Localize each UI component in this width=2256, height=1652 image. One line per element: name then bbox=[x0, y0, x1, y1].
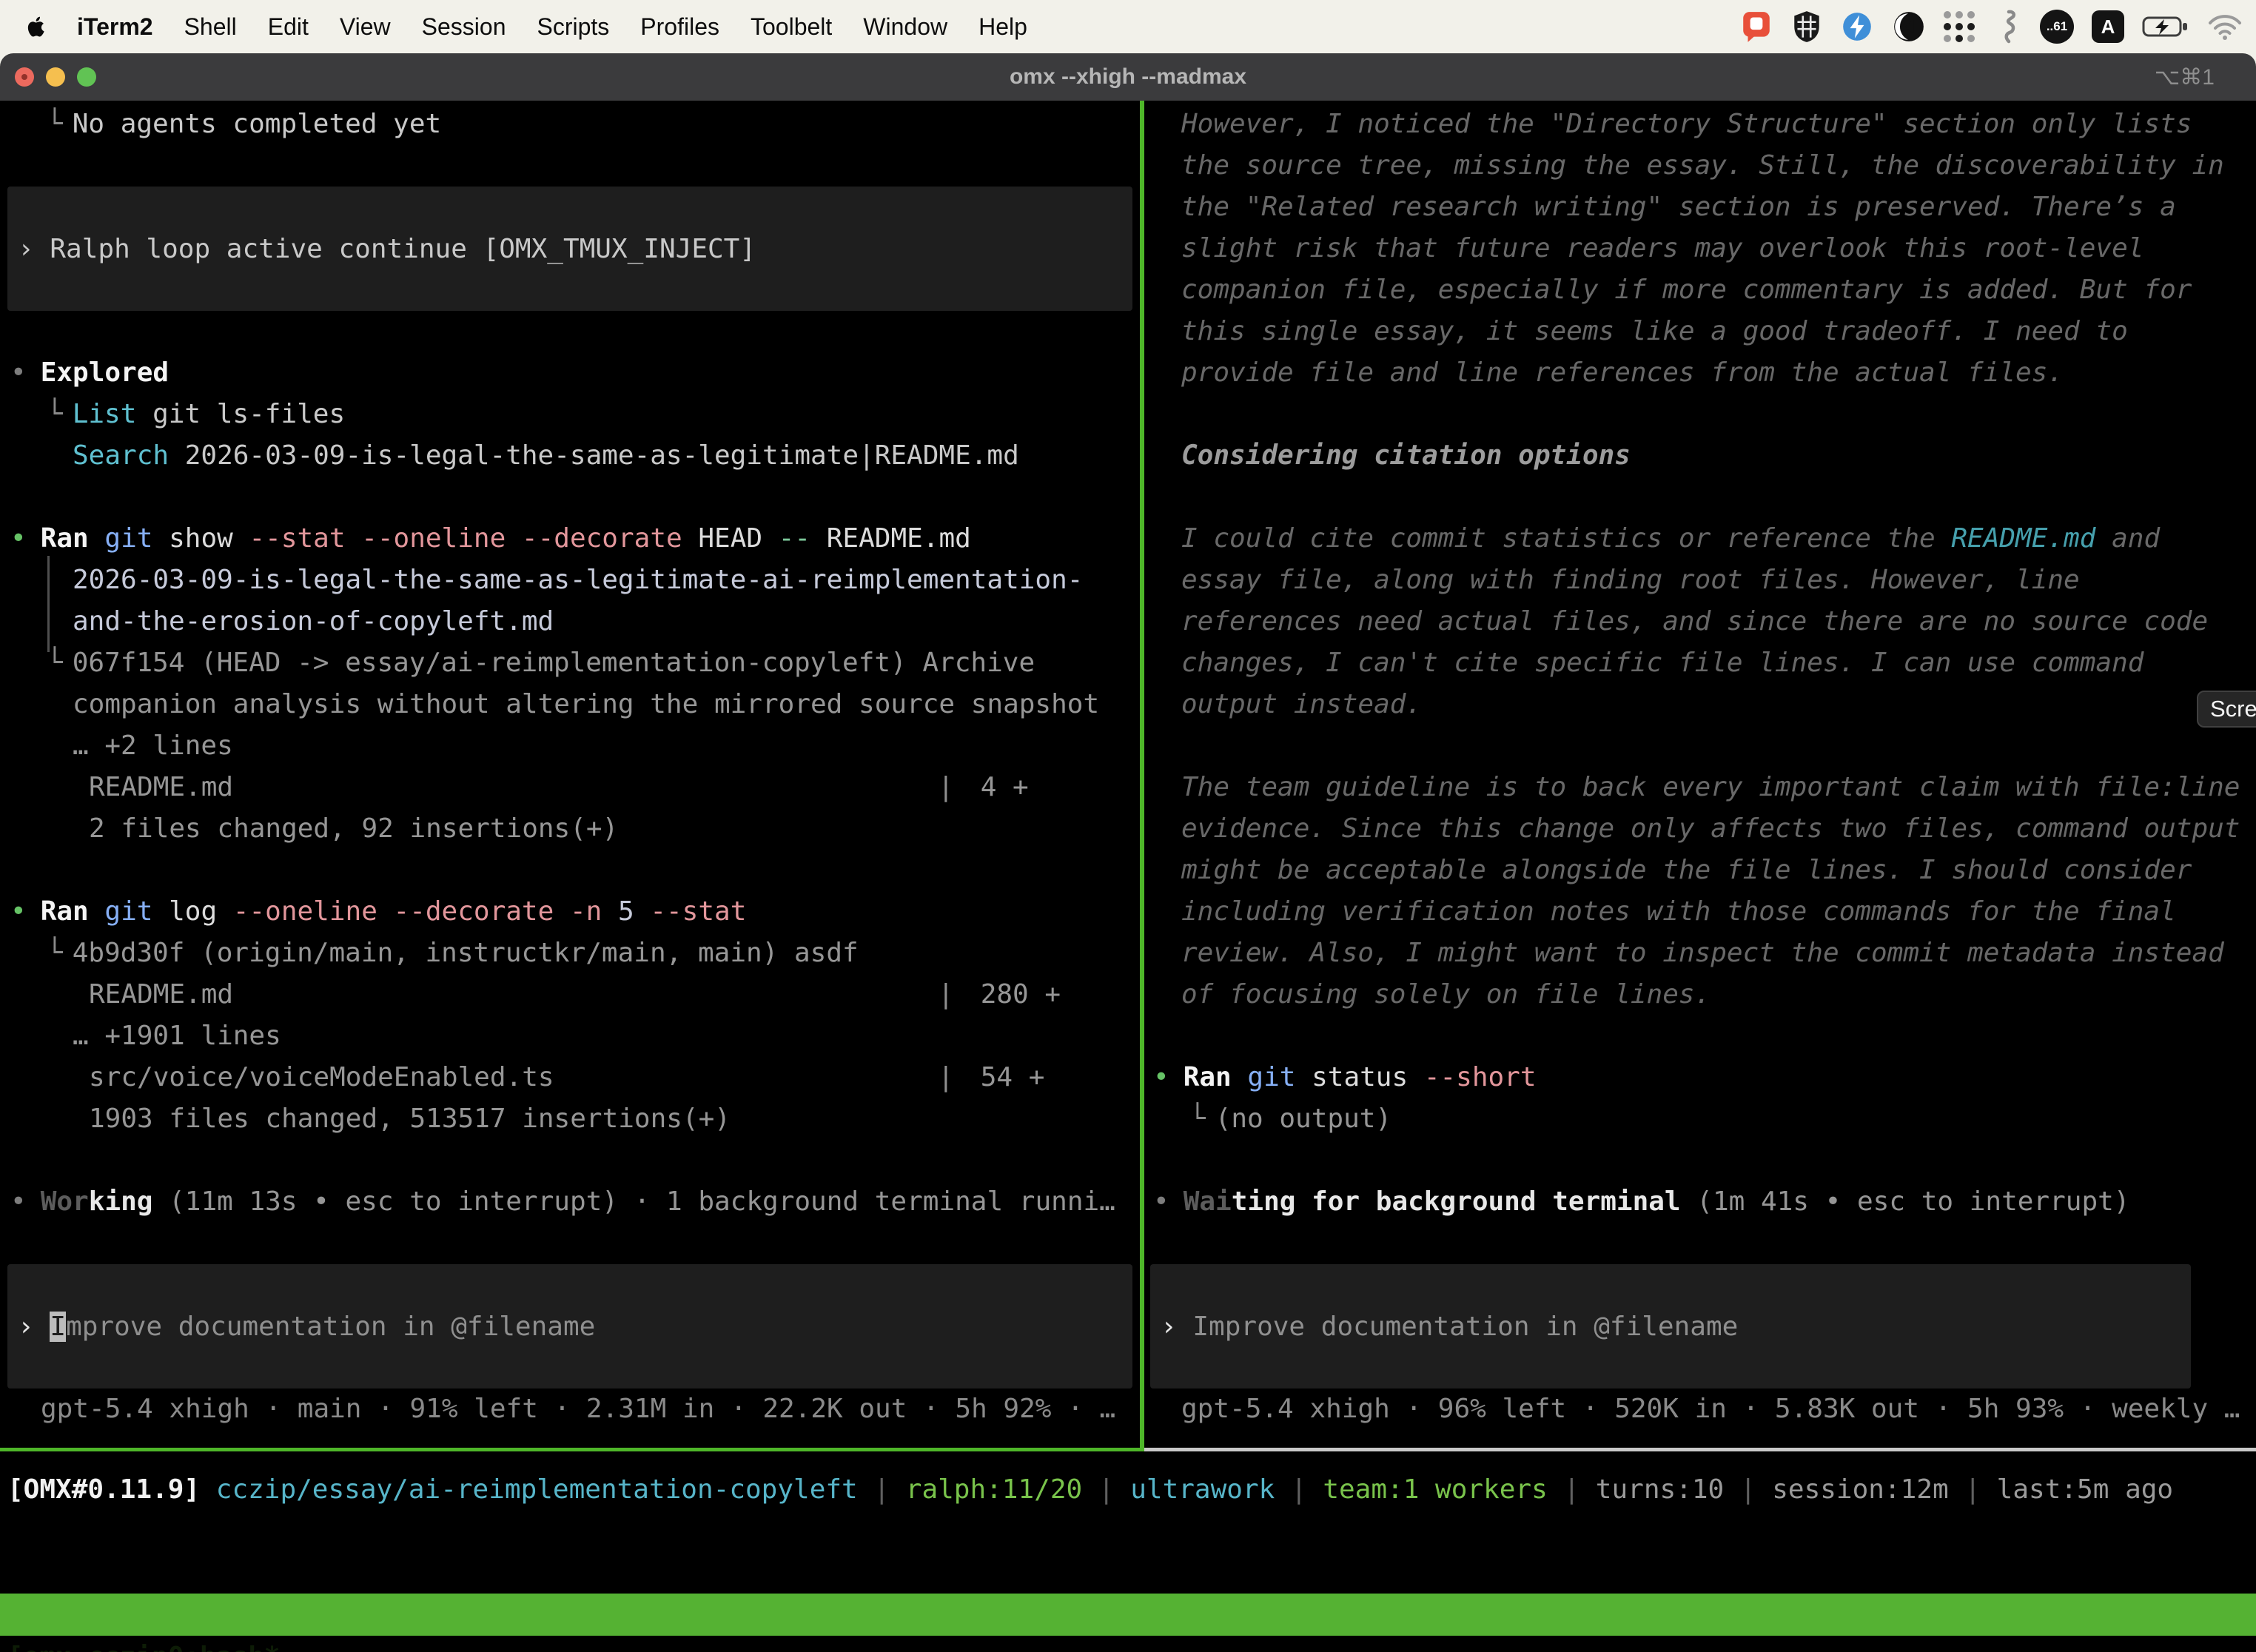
menu-item-shell[interactable]: Shell bbox=[184, 13, 237, 41]
tmux-status-bar: [omx-cczip0:bash* "MacBook-Pro-44.local"… bbox=[0, 1594, 2256, 1636]
terminal-content: └No agents completed yet › Ralph loop ac… bbox=[0, 101, 2256, 1652]
git-show-more-lines: … +2 lines bbox=[0, 725, 1140, 767]
omx-status-bar: [OMX#0.11.9] cczip/essay/ai-reimplementa… bbox=[7, 1469, 2173, 1511]
git-log-command: •Ran git log --oneline --decorate -n 5 -… bbox=[0, 891, 1140, 933]
menu-item-iterm2[interactable]: iTerm2 bbox=[77, 13, 153, 41]
tmux-pane-right[interactable]: However, I noticed the "Directory Struct… bbox=[1144, 101, 2256, 1449]
text-cursor: I bbox=[50, 1312, 66, 1342]
diff-stat-line: README.md|280 + bbox=[0, 974, 1140, 1015]
menu-item-help[interactable]: Help bbox=[978, 13, 1027, 41]
explored-header: •Explored bbox=[0, 352, 1140, 394]
readme-link[interactable]: README.md bbox=[1951, 523, 2095, 554]
omx-team-badge: team:1 workers bbox=[1323, 1474, 1547, 1505]
window-shortcut-badge: ⌥⌘1 bbox=[2155, 64, 2215, 90]
reasoning-heading: Considering citation options bbox=[1144, 435, 2256, 477]
omx-version: [OMX#0.11.9] bbox=[7, 1474, 200, 1505]
prompt-input-right[interactable]: › Improve documentation in @filename bbox=[1150, 1264, 2191, 1389]
crescent-circle-icon[interactable] bbox=[1892, 9, 1926, 44]
reasoning-line: provide file and line references from th… bbox=[1144, 352, 2256, 394]
diff-summary-line: 2 files changed, 92 insertions(+) bbox=[0, 808, 1140, 850]
menu-item-toolbelt[interactable]: Toolbelt bbox=[751, 13, 832, 41]
reasoning-line: The team guideline is to back every impo… bbox=[1144, 767, 2256, 808]
omx-ultrawork-badge: ultrawork bbox=[1130, 1474, 1275, 1505]
omx-turns: turns:10 bbox=[1596, 1474, 1724, 1505]
reasoning-line: evidence. Since this change only affects… bbox=[1144, 808, 2256, 850]
reasoning-line: output instead. bbox=[1144, 684, 2256, 725]
menu-item-view[interactable]: View bbox=[340, 13, 391, 41]
omx-last-activity: last:5m ago bbox=[1997, 1474, 2173, 1505]
reasoning-line: essay file, along with finding root file… bbox=[1144, 560, 2256, 601]
git-show-command: •Ran git show --stat --oneline --decorat… bbox=[0, 518, 1140, 560]
reasoning-line: companion file, especially if more comme… bbox=[1144, 269, 2256, 311]
menu-item-session[interactable]: Session bbox=[422, 13, 506, 41]
git-show-output-2: companion analysis without altering the … bbox=[0, 684, 1140, 725]
chat-app-icon[interactable] bbox=[1739, 9, 1773, 44]
reasoning-line: I could cite commit statistics or refere… bbox=[1144, 518, 2256, 560]
wifi-icon[interactable] bbox=[2207, 9, 2243, 44]
diff-stat-line: README.md|4 + bbox=[0, 767, 1140, 808]
shield-grid-icon[interactable] bbox=[1791, 9, 1822, 44]
tmux-pane-left[interactable]: └No agents completed yet › Ralph loop ac… bbox=[0, 101, 1140, 1449]
model-status-line-left: gpt-5.4 xhigh · main · 91% left · 2.31M … bbox=[0, 1389, 1140, 1430]
reasoning-line: might be acceptable alongside the file l… bbox=[1144, 850, 2256, 891]
agents-note-line: └No agents completed yet bbox=[0, 104, 1140, 145]
waiting-status-line: •Waiting for background terminal (1m 41s… bbox=[1144, 1181, 2256, 1223]
omx-ralph-counter: ralph:11/20 bbox=[906, 1474, 1082, 1505]
reasoning-line: slight risk that future readers may over… bbox=[1144, 228, 2256, 269]
apple-menu-icon[interactable] bbox=[25, 9, 46, 44]
omx-branch-path: cczip/essay/ai-reimplementation-copyleft bbox=[200, 1474, 858, 1505]
git-show-output-1: └067f154 (HEAD -> essay/ai-reimplementat… bbox=[0, 642, 1140, 684]
battery-percent-icon[interactable]: ..61 bbox=[2040, 10, 2074, 44]
menu-item-scripts[interactable]: Scripts bbox=[537, 13, 609, 41]
explored-search-line: Search 2026-03-09-is-legal-the-same-as-l… bbox=[0, 435, 1140, 477]
menu-item-profiles[interactable]: Profiles bbox=[640, 13, 719, 41]
git-show-arg-cont2: and-the-erosion-of-copyleft.md bbox=[0, 601, 1140, 642]
reasoning-line: review. Also, I might want to inspect th… bbox=[1144, 933, 2256, 974]
git-status-output: └(no output) bbox=[1144, 1098, 2256, 1140]
working-status-line: •Working (11m 13s • esc to interrupt) · … bbox=[0, 1181, 1140, 1223]
model-status-line-right: gpt-5.4 xhigh · 96% left · 520K in · 5.8… bbox=[1144, 1389, 2256, 1430]
tmux-session-window[interactable]: [omx-cczip0:bash* bbox=[7, 1636, 280, 1652]
battery-icon[interactable] bbox=[2142, 9, 2189, 44]
diff-stat-line: src/voice/voiceModeEnabled.ts|54 + bbox=[0, 1057, 1140, 1098]
hook-icon[interactable] bbox=[1993, 9, 2022, 44]
macos-menubar: iTerm2 Shell Edit View Session Scripts P… bbox=[0, 0, 2256, 53]
pane-border-active bbox=[0, 1448, 1140, 1451]
reasoning-line: including verification notes with those … bbox=[1144, 891, 2256, 933]
window-title: omx --xhigh --madmax bbox=[0, 64, 2256, 90]
screen-share-button[interactable]: Scre bbox=[2197, 691, 2256, 728]
reasoning-line: of focusing solely on file lines. bbox=[1144, 974, 2256, 1015]
bolt-badge-icon[interactable] bbox=[1840, 9, 1874, 44]
pane-border-inactive bbox=[1144, 1448, 2256, 1451]
window-titlebar[interactable]: omx --xhigh --madmax ⌥⌘1 bbox=[0, 53, 2256, 101]
git-show-arg-cont1: 2026-03-09-is-legal-the-same-as-legitima… bbox=[0, 560, 1140, 601]
reasoning-line: the source tree, missing the essay. Stil… bbox=[1144, 145, 2256, 187]
git-log-output-1: └4b9d30f (origin/main, instructkr/main, … bbox=[0, 933, 1140, 974]
git-status-command: •Ran git status --short bbox=[1144, 1057, 2256, 1098]
reasoning-line: However, I noticed the "Directory Struct… bbox=[1144, 104, 2256, 145]
prompt-input-left[interactable]: › Improve documentation in @filename bbox=[7, 1264, 1132, 1389]
reasoning-line: the "Related research writing" section i… bbox=[1144, 187, 2256, 228]
reasoning-line: changes, I can't cite specific file line… bbox=[1144, 642, 2256, 684]
omx-session-time: session:12m bbox=[1772, 1474, 1948, 1505]
reasoning-line: this single essay, it seems like a good … bbox=[1144, 311, 2256, 352]
menu-item-edit[interactable]: Edit bbox=[268, 13, 309, 41]
explored-list-line: └List git ls-files bbox=[0, 394, 1140, 435]
a-square-icon[interactable]: A bbox=[2092, 10, 2124, 43]
reasoning-line: references need actual files, and since … bbox=[1144, 601, 2256, 642]
diff-summary-line: 1903 files changed, 513517 insertions(+) bbox=[0, 1098, 1140, 1140]
dots-grid-icon[interactable] bbox=[1944, 9, 1975, 44]
tree-connector-line bbox=[47, 556, 50, 652]
menu-item-window[interactable]: Window bbox=[863, 13, 947, 41]
git-log-more-lines: … +1901 lines bbox=[0, 1015, 1140, 1057]
inject-banner: › Ralph loop active continue [OMX_TMUX_I… bbox=[7, 187, 1132, 311]
